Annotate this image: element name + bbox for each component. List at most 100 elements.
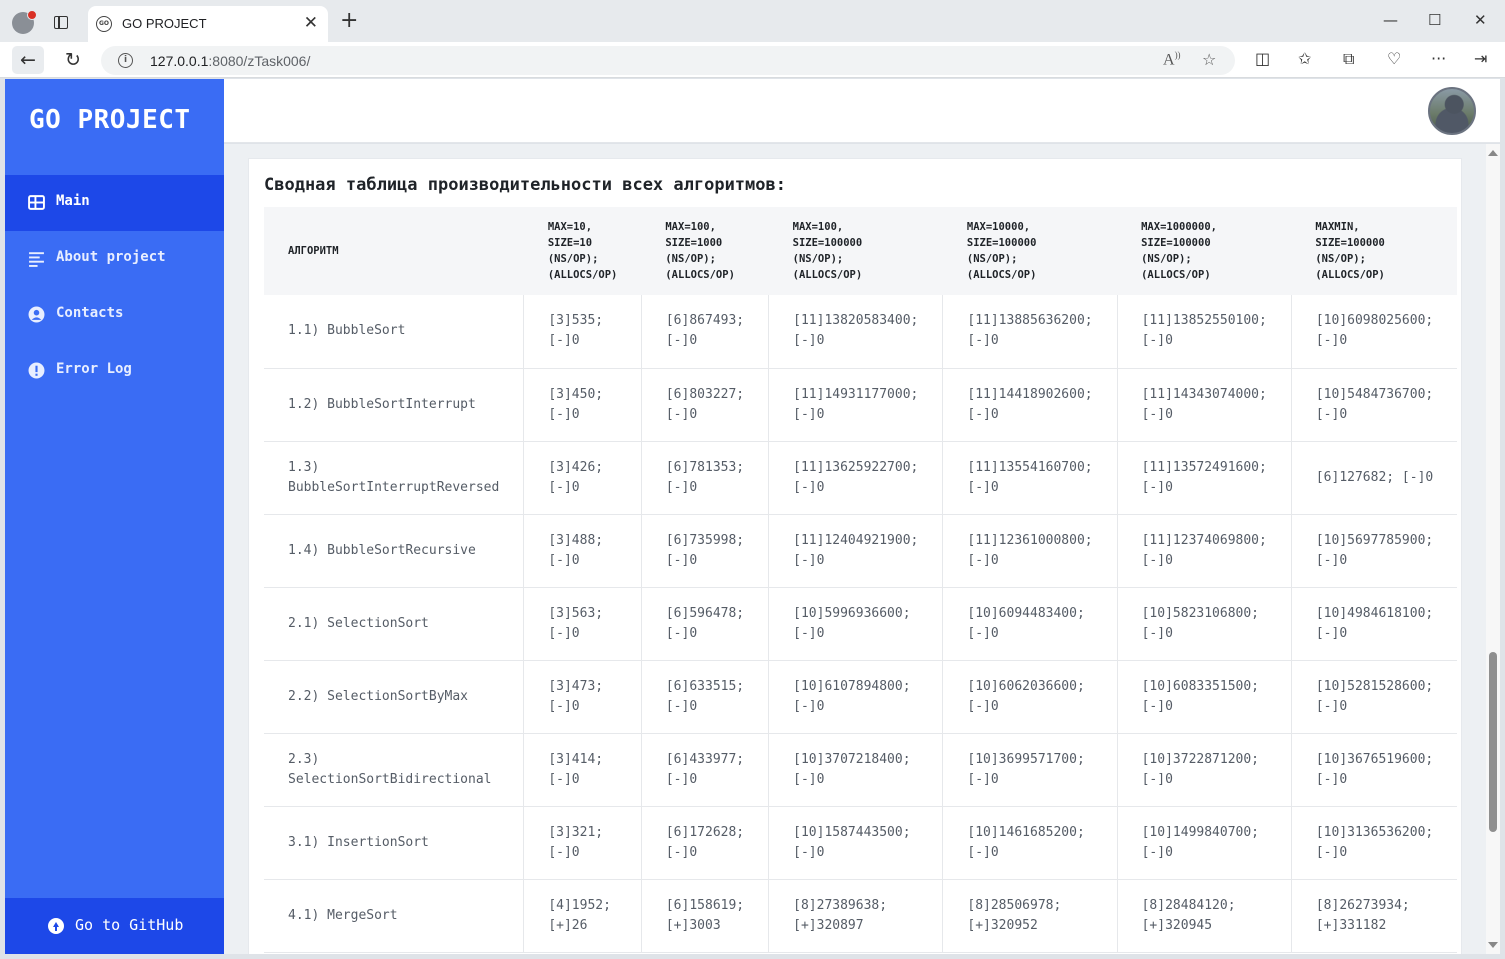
favorites-icon[interactable]: ✩ (1298, 49, 1311, 68)
minimize-icon[interactable]: — (1383, 11, 1398, 29)
split-screen-icon[interactable]: ◫ (1255, 49, 1270, 68)
value-cell: [10]6107894800; [-]0 (768, 660, 943, 734)
page-title: Сводная таблица производительности всех … (264, 175, 786, 195)
table-row: 2.3) SelectionSortBidirectional [3]414; … (264, 733, 1458, 807)
value-cell: [11]12404921900; [-]0 (768, 514, 943, 588)
back-icon[interactable]: ← (12, 46, 44, 74)
arrow-up-circle-icon (48, 918, 64, 934)
value-cell: [10]5996936600; [-]0 (768, 587, 943, 661)
table-row: 1.4) BubbleSortRecursive [3]488; [-]0 [6… (264, 514, 1458, 588)
algorithm-cell: 1.1) BubbleSort (264, 295, 524, 369)
algorithm-cell: 2.3) SelectionSortBidirectional (264, 733, 524, 807)
value-cell: [8]26273934; [+]331182 (1290, 879, 1458, 953)
sidebar-item-label: Main (56, 193, 90, 209)
performance-table: АЛГОРИТМ MAX=10, SIZE=10 (NS/OP); (ALLOC… (264, 207, 1458, 953)
new-tab-icon[interactable]: + (340, 10, 358, 32)
algorithm-cell: 1.3) BubbleSortInterruptReversed (264, 441, 524, 515)
sidebar-item-label: Contacts (56, 305, 124, 321)
site-info-icon[interactable]: i (118, 53, 133, 68)
algorithm-cell: 3.1) InsertionSort (264, 806, 524, 880)
github-label: Go to GitHub (75, 916, 184, 934)
table-row: 1.3) BubbleSortInterruptReversed [3]426;… (264, 441, 1458, 515)
value-cell: [11]13572491600; [-]0 (1116, 441, 1292, 515)
value-cell: [3]488; [-]0 (523, 514, 642, 588)
page-header (224, 79, 1500, 143)
favorite-star-icon[interactable]: ☆ (1202, 50, 1216, 69)
profile-icon[interactable] (12, 10, 37, 34)
value-cell: [10]6062036600; [-]0 (942, 660, 1118, 734)
value-cell: [11]12374069800; [-]0 (1116, 514, 1292, 588)
value-cell: [11]14343074000; [-]0 (1116, 368, 1292, 442)
column-header: MAX=100, SIZE=100000 (NS/OP); (ALLOCS/OP… (768, 207, 943, 295)
sidebar-item-error-log[interactable]: Error Log (5, 343, 224, 399)
avatar[interactable] (1428, 87, 1476, 135)
algorithm-cell: 4.1) MergeSort (264, 879, 524, 953)
sidebar-item-label: Error Log (56, 361, 132, 377)
align-left-icon (29, 252, 44, 267)
value-cell: [6]781353; [-]0 (640, 441, 769, 515)
page-scrollbar[interactable] (1486, 144, 1500, 954)
value-cell: [10]6098025600; [-]0 (1290, 295, 1458, 369)
value-cell: [11]13820583400; [-]0 (768, 295, 943, 369)
algorithm-cell: 1.2) BubbleSortInterrupt (264, 368, 524, 442)
value-cell: [4]1952; [+]26 (523, 879, 642, 953)
address-bar[interactable]: i 127.0.0.1:8080/zTask006/ A)) ☆ (101, 46, 1235, 75)
tab-actions-icon[interactable] (54, 16, 68, 29)
scroll-down-icon[interactable] (1488, 942, 1498, 948)
maximize-icon[interactable]: ☐ (1428, 11, 1441, 29)
favicon-icon: GO (96, 16, 112, 32)
browser-tab[interactable]: GO GO PROJECT ✕ (88, 6, 328, 42)
column-header: MAX=100, SIZE=1000 (NS/OP); (ALLOCS/OP) (641, 207, 769, 295)
url-text[interactable]: 127.0.0.1:8080/zTask006/ (150, 53, 310, 69)
sidebar-item-main[interactable]: Main (5, 175, 224, 231)
browser-essentials-icon[interactable]: ♡ (1387, 49, 1401, 68)
reload-icon[interactable]: ↻ (57, 46, 89, 74)
table-row: 2.2) SelectionSortByMax [3]473; [-]0 [6]… (264, 660, 1458, 734)
table-row: 2.1) SelectionSort [3]563; [-]0 [6]59647… (264, 587, 1458, 661)
sidebar: GO PROJECT Main About project Contacts E… (5, 79, 224, 954)
github-link[interactable]: Go to GitHub (5, 898, 224, 954)
value-cell: [3]450; [-]0 (523, 368, 642, 442)
sidebar-toggle-icon[interactable]: ⇥ (1474, 49, 1487, 68)
sidebar-item-contacts[interactable]: Contacts (5, 287, 224, 343)
value-cell: [11]14418902600; [-]0 (942, 368, 1118, 442)
user-circle-icon (28, 306, 45, 323)
value-cell: [10]5823106800; [-]0 (1116, 587, 1292, 661)
scrollbar-thumb[interactable] (1489, 652, 1497, 832)
value-cell: [10]3699571700; [-]0 (942, 733, 1118, 807)
brand-logo[interactable]: GO PROJECT (29, 105, 191, 135)
algorithm-cell: 1.4) BubbleSortRecursive (264, 514, 524, 588)
value-cell: [10]6094483400; [-]0 (942, 587, 1118, 661)
collections-icon[interactable]: ⧉ (1343, 49, 1354, 69)
value-cell: [10]1499840700; [-]0 (1116, 806, 1292, 880)
close-window-icon[interactable]: ✕ (1474, 11, 1487, 29)
value-cell: [10]3707218400; [-]0 (768, 733, 943, 807)
value-cell: [10]5697785900; [-]0 (1290, 514, 1458, 588)
value-cell: [6]633515; [-]0 (640, 660, 769, 734)
value-cell: [3]414; [-]0 (523, 733, 642, 807)
value-cell: [3]426; [-]0 (523, 441, 642, 515)
close-tab-icon[interactable]: ✕ (304, 13, 318, 33)
column-header: MAX=1000000, SIZE=100000 (NS/OP); (ALLOC… (1117, 207, 1292, 295)
value-cell: [6]735998; [-]0 (640, 514, 769, 588)
browser-titlebar: GO GO PROJECT ✕ + — ☐ ✕ (0, 0, 1505, 42)
table-row: 1.1) BubbleSort [3]535; [-]0 [6]867493; … (264, 295, 1458, 369)
value-cell: [6]158619; [+]3003 (640, 879, 769, 953)
url-path: :8080/zTask006/ (208, 53, 311, 69)
column-header: MAX=10, SIZE=10 (NS/OP); (ALLOCS/OP) (523, 207, 642, 295)
sidebar-item-about[interactable]: About project (5, 231, 224, 287)
scroll-up-icon[interactable] (1488, 150, 1498, 156)
read-aloud-icon[interactable]: A)) (1163, 50, 1181, 69)
alert-circle-icon (28, 362, 45, 379)
value-cell: [8]28506978; [+]320952 (942, 879, 1118, 953)
value-cell: [8]28484120; [+]320945 (1116, 879, 1292, 953)
value-cell: [6]803227; [-]0 (640, 368, 769, 442)
table-row: 4.1) MergeSort [4]1952; [+]26 [6]158619;… (264, 879, 1458, 953)
value-cell: [10]1461685200; [-]0 (942, 806, 1118, 880)
value-cell: [10]3136536200; [-]0 (1290, 806, 1458, 880)
more-options-icon[interactable]: ··· (1431, 49, 1446, 68)
url-host: 127.0.0.1 (150, 53, 209, 69)
value-cell: [10]3722871200; [-]0 (1116, 733, 1292, 807)
table-header-row: АЛГОРИТМ MAX=10, SIZE=10 (NS/OP); (ALLOC… (264, 207, 1458, 295)
algorithm-cell: 2.1) SelectionSort (264, 587, 524, 661)
